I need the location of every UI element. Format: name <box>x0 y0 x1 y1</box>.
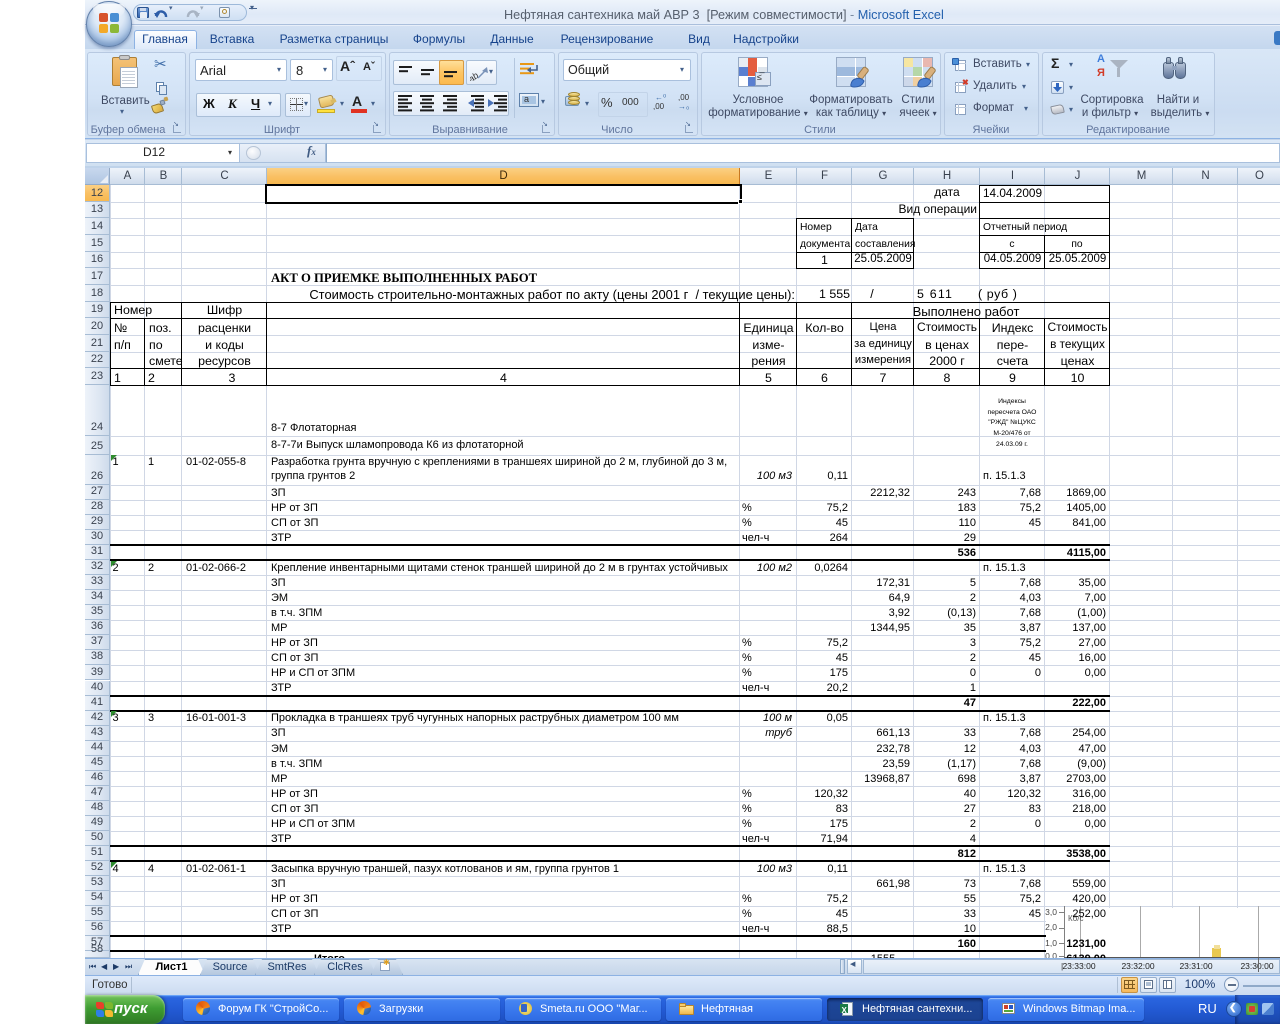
svg-text:ab: ab <box>470 70 480 81</box>
